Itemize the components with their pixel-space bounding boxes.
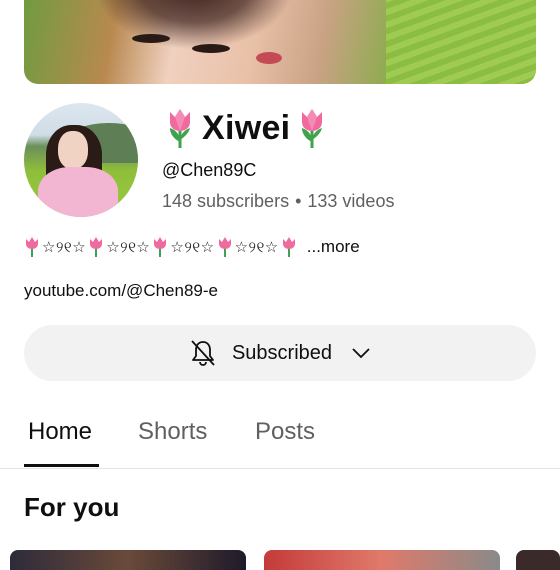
- banner-field-area: [386, 0, 536, 84]
- description-stars: ☆୨୧☆: [42, 239, 87, 256]
- tulip-icon: [90, 237, 103, 257]
- tulip-icon: [218, 237, 231, 257]
- tulip-icon: [302, 109, 323, 148]
- active-tab-indicator: [24, 464, 99, 467]
- banner-hair-area: [94, 0, 294, 50]
- stats-separator: •: [295, 191, 302, 211]
- channel-tabs: Home Shorts Posts: [0, 410, 560, 469]
- subscribed-button[interactable]: Subscribed: [24, 325, 536, 381]
- avatar-face: [58, 131, 88, 169]
- banner-eye-left: [132, 34, 170, 43]
- description-stars: ☆୨୧☆: [106, 239, 151, 256]
- description-stars: ☆୨୧☆: [170, 239, 215, 256]
- avatar-shirt: [38, 167, 118, 217]
- video-thumbnail[interactable]: [264, 550, 500, 570]
- channel-avatar[interactable]: [24, 103, 138, 217]
- subscriber-count: 148 subscribers: [162, 191, 290, 211]
- tab-posts[interactable]: Posts: [255, 418, 315, 446]
- video-thumbnail[interactable]: [516, 550, 560, 570]
- banner-eye-right: [192, 44, 230, 53]
- chevron-down-icon: [352, 348, 370, 359]
- banner-lips: [256, 52, 282, 64]
- tab-shorts[interactable]: Shorts: [138, 418, 207, 446]
- tab-home[interactable]: Home: [28, 418, 92, 446]
- bell-off-icon: [191, 340, 215, 366]
- subscribed-label: Subscribed: [231, 341, 333, 364]
- section-title: For you: [24, 492, 120, 522]
- video-count: 133 videos: [307, 191, 395, 211]
- channel-stats: 148 subscribers • 133 videos: [162, 191, 394, 212]
- video-thumbnail[interactable]: [10, 550, 246, 570]
- tulip-icon: [26, 237, 38, 257]
- tulip-icon: [170, 109, 190, 148]
- tulip-icon: [154, 237, 167, 257]
- channel-banner[interactable]: [24, 0, 536, 84]
- channel-name: Xiwei: [202, 108, 291, 147]
- channel-link[interactable]: youtube.com/@Chen89-e: [24, 281, 218, 301]
- description-stars: ☆୨୧☆: [234, 239, 279, 256]
- more-link[interactable]: ...more: [307, 237, 360, 257]
- channel-handle: @Chen89C: [162, 160, 257, 180]
- channel-description[interactable]: ☆୨୧☆ ☆୨୧☆ ☆୨୧☆ ☆୨୧☆ ...more: [24, 234, 360, 260]
- tulip-icon: [282, 237, 295, 257]
- channel-title-row: Xiwei: [164, 104, 328, 152]
